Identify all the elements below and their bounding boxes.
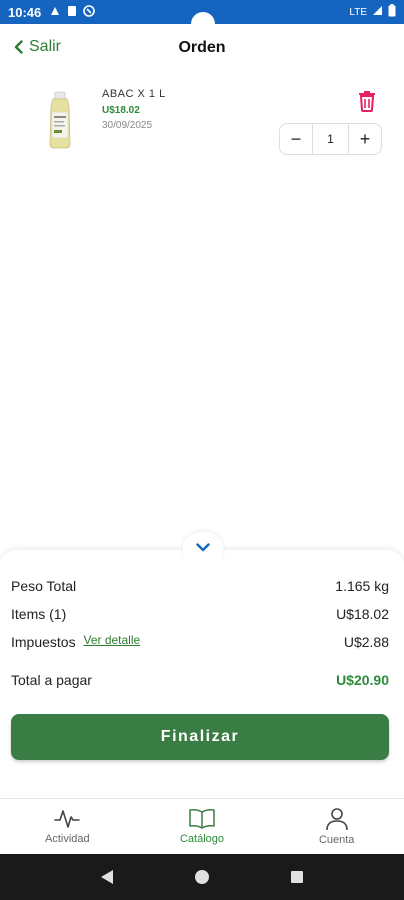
product-image [42, 90, 78, 150]
system-navigation-bar [0, 854, 404, 900]
weight-label: Peso Total [11, 578, 77, 594]
total-row: Total a pagar U$20.90 [11, 672, 389, 688]
nav-label-activity: Actividad [45, 833, 90, 845]
page-title: Orden [178, 39, 226, 56]
total-label: Total a pagar [11, 672, 92, 688]
tax-value: U$2.88 [343, 634, 389, 650]
order-item: ABAC X 1 L U$18.02 30/09/2025 − 1 + [0, 80, 404, 160]
items-label: Items (1) [11, 606, 67, 622]
product-price: U$18.02 [102, 105, 140, 116]
network-type: LTE [349, 6, 367, 18]
bottom-nav: Actividad Catálogo Cuenta [0, 798, 404, 854]
status-time: 10:46 [8, 4, 42, 20]
collapse-summary-button[interactable] [183, 532, 223, 562]
back-triangle-icon [101, 870, 114, 884]
nav-label-account: Cuenta [318, 834, 355, 846]
total-value: U$20.90 [336, 672, 389, 688]
decrement-button[interactable]: − [280, 124, 312, 154]
finalize-button[interactable]: Finalizar [11, 714, 389, 760]
battery-icon [388, 4, 396, 20]
home-circle-icon [194, 870, 209, 884]
trash-icon [359, 91, 375, 112]
quantity-stepper: − 1 + [279, 123, 382, 155]
recents-square-icon [290, 871, 303, 883]
tax-detail-link[interactable]: Ver detalle [83, 633, 140, 647]
system-back-button[interactable] [95, 865, 119, 889]
items-value: U$18.02 [336, 606, 389, 622]
chevron-down-icon [196, 542, 210, 551]
activity-icon [54, 810, 81, 828]
sim-icon [67, 5, 77, 20]
nav-item-activity[interactable]: Actividad [0, 799, 135, 854]
notification-icon [49, 5, 61, 20]
user-icon [325, 808, 348, 831]
weight-row: Peso Total 1.165 kg [11, 578, 389, 594]
back-label: Salir [29, 38, 62, 55]
system-recents-button[interactable] [285, 865, 309, 889]
delete-item-button[interactable] [357, 90, 377, 112]
nav-label-catalog: Catálogo [179, 833, 225, 845]
header: Salir Orden [0, 24, 404, 72]
quantity-value[interactable]: 1 [312, 124, 349, 154]
product-name: ABAC X 1 L [102, 88, 166, 100]
weight-value: 1.165 kg [335, 578, 389, 594]
tax-row: Impuestos Ver detalle U$2.88 [11, 633, 389, 650]
nav-item-catalog[interactable]: Catálogo [135, 799, 270, 854]
system-home-button[interactable] [190, 865, 214, 889]
nav-item-account[interactable]: Cuenta [269, 799, 404, 854]
signal-icon [372, 5, 383, 19]
tax-label: Impuestos [11, 634, 76, 650]
back-button[interactable]: Salir [14, 38, 61, 56]
chevron-left-icon [14, 40, 23, 54]
book-icon [189, 809, 215, 829]
items-row: Items (1) U$18.02 [11, 606, 389, 622]
increment-button[interactable]: + [349, 124, 381, 154]
product-date: 30/09/2025 [102, 120, 153, 131]
data-saver-icon [83, 4, 96, 20]
